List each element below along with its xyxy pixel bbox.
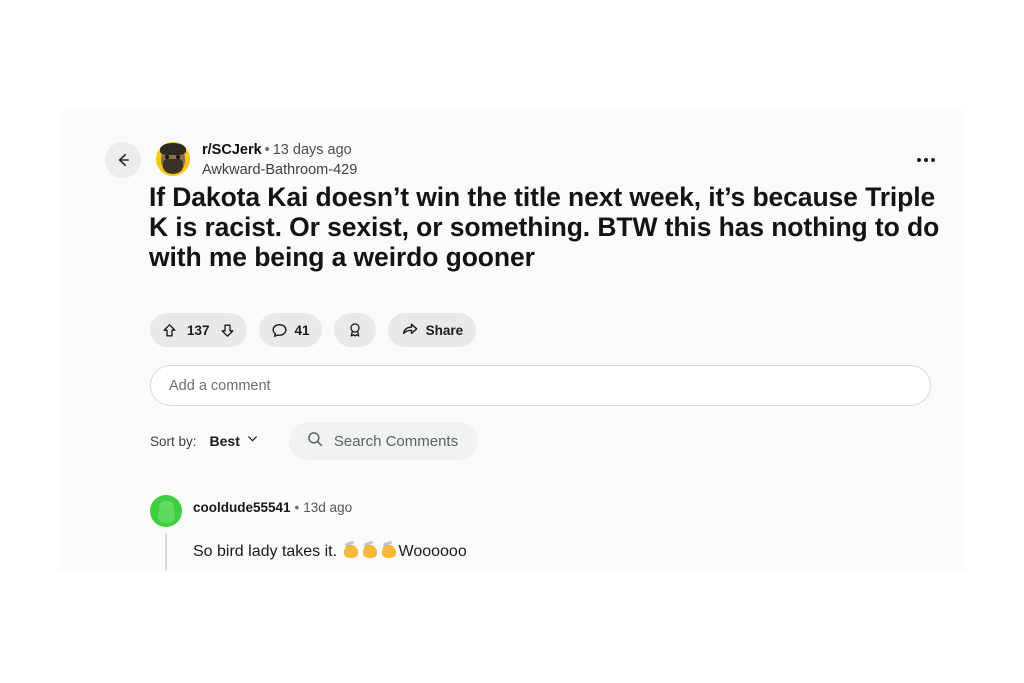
comment-text-after: Woooooo bbox=[398, 543, 467, 560]
add-comment-input[interactable]: Add a comment bbox=[150, 365, 931, 406]
search-comments-input[interactable]: Search Comments bbox=[288, 422, 479, 460]
share-button[interactable]: Share bbox=[387, 313, 477, 347]
clap-emoji bbox=[362, 540, 379, 559]
overflow-menu-icon bbox=[917, 158, 921, 162]
search-comments-placeholder: Search Comments bbox=[333, 432, 459, 450]
sort-selected-value: Best bbox=[209, 433, 240, 449]
post-header: r/SCJerk • 13 days ago Awkward-Bathroom-42… bbox=[105, 140, 945, 184]
meta-separator: • bbox=[264, 142, 270, 158]
avatar-beard-shape bbox=[163, 159, 183, 174]
commenter-username[interactable]: cooldude55541 bbox=[193, 500, 291, 515]
comment-meta-separator: • bbox=[294, 500, 300, 515]
post-title: If Dakota Kai doesn’t win the title next… bbox=[149, 182, 940, 272]
clap-emoji bbox=[381, 540, 398, 559]
comment-text-before: So bird lady takes it. bbox=[193, 543, 342, 560]
comment-bubble-icon bbox=[271, 322, 288, 339]
chevron-down-icon bbox=[246, 432, 259, 450]
comment-meta: cooldude55541 • 13d ago bbox=[193, 500, 352, 515]
sort-dropdown[interactable]: Best bbox=[206, 429, 263, 453]
avatar-hair-shape bbox=[160, 143, 186, 155]
award-medal-icon bbox=[346, 321, 364, 339]
post-age: 13 days ago bbox=[272, 142, 352, 158]
commenter-avatar[interactable] bbox=[150, 495, 182, 527]
avatar-eye-right bbox=[176, 155, 180, 159]
overflow-menu-icon bbox=[924, 158, 928, 162]
comment-age: 13d ago bbox=[303, 500, 353, 515]
subreddit-link[interactable]: r/SCJerk bbox=[202, 142, 262, 158]
post-author[interactable]: Awkward-Bathroom-429 bbox=[202, 160, 357, 180]
comment-body: So bird lady takes it. Woooooo bbox=[193, 540, 467, 563]
avatar-body-shape bbox=[158, 506, 175, 523]
add-comment-placeholder: Add a comment bbox=[169, 377, 271, 394]
comment-count: 41 bbox=[294, 322, 310, 338]
screenshot-root: r/SCJerk • 13 days ago Awkward-Bathroom-42… bbox=[0, 0, 1024, 683]
comment-count-pill[interactable]: 41 bbox=[258, 313, 322, 347]
post-action-bar: 137 41 Share bbox=[150, 313, 477, 347]
sort-by-label: Sort by: bbox=[150, 433, 197, 449]
comment-sort-row: Sort by: Best Search Comments bbox=[150, 422, 479, 460]
upvote-arrow-icon[interactable] bbox=[161, 322, 178, 339]
post-meta-line: r/SCJerk • 13 days ago bbox=[202, 140, 352, 160]
back-button[interactable] bbox=[105, 142, 141, 178]
vote-pill[interactable]: 137 bbox=[150, 313, 247, 347]
subreddit-avatar[interactable] bbox=[156, 142, 190, 176]
back-arrow-icon bbox=[114, 151, 132, 169]
search-icon bbox=[306, 430, 324, 453]
overflow-menu-button[interactable] bbox=[911, 145, 941, 175]
share-arrow-icon bbox=[401, 321, 419, 339]
overflow-menu-icon bbox=[931, 158, 935, 162]
award-button[interactable] bbox=[333, 313, 376, 347]
clap-emoji bbox=[343, 540, 360, 559]
avatar-eye-left bbox=[165, 155, 169, 159]
post-detail-panel: r/SCJerk • 13 days ago Awkward-Bathroom-42… bbox=[60, 110, 965, 571]
downvote-arrow-icon[interactable] bbox=[219, 322, 236, 339]
vote-count: 137 bbox=[187, 322, 210, 338]
share-label: Share bbox=[425, 322, 464, 338]
comment-thread-line[interactable] bbox=[165, 533, 167, 571]
